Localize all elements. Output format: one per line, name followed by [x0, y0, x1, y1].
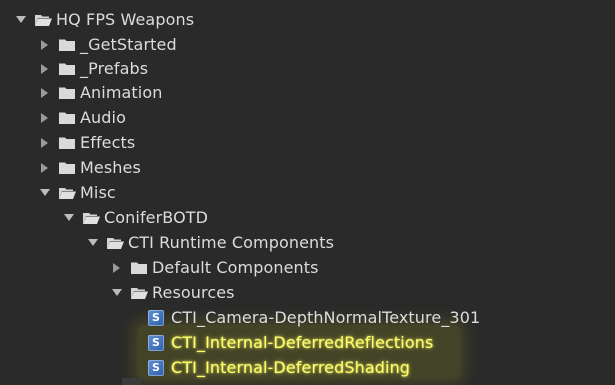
chevron-right-icon[interactable]: [38, 161, 52, 175]
tree-label: Meshes: [80, 158, 141, 177]
chevron-right-icon[interactable]: [38, 136, 52, 150]
shader-icon: S: [148, 359, 164, 376]
folder-icon: [130, 260, 148, 276]
tree-row-getstarted[interactable]: _GetStarted: [0, 32, 615, 57]
tree-label: CTI_Internal-DeferredShading: [171, 358, 411, 377]
partial-row-cutoff: [122, 378, 142, 385]
tree-row-coniferbotd[interactable]: ConiferBOTD: [0, 205, 615, 230]
tree-row-effects[interactable]: Effects: [0, 130, 615, 155]
chevron-down-icon[interactable]: [86, 236, 100, 250]
chevron-down-icon[interactable]: [14, 13, 28, 27]
folder-open-icon: [106, 235, 124, 251]
project-tree: HQ FPS Weapons _GetStarted _Prefabs Anim…: [0, 0, 615, 385]
shader-icon: S: [148, 309, 164, 326]
chevron-down-icon[interactable]: [38, 186, 52, 200]
tree-label: _GetStarted: [80, 35, 177, 54]
tree-row-resources[interactable]: Resources: [0, 280, 615, 305]
chevron-right-icon[interactable]: [38, 38, 52, 52]
folder-icon: [58, 160, 76, 176]
tree-label: HQ FPS Weapons: [56, 10, 195, 29]
tree-row-cti-internal-deferredshading[interactable]: S CTI_Internal-DeferredShading: [0, 355, 615, 380]
folder-open-icon: [34, 12, 52, 28]
folder-icon: [58, 61, 76, 77]
chevron-right-icon[interactable]: [38, 111, 52, 125]
folder-icon: [58, 85, 76, 101]
tree-label: _Prefabs: [80, 59, 149, 78]
folder-open-icon: [58, 185, 76, 201]
tree-label: ConiferBOTD: [104, 208, 209, 227]
chevron-down-icon[interactable]: [62, 211, 76, 225]
tree-label: Resources: [152, 283, 235, 302]
tree-row-cti-runtime-components[interactable]: CTI Runtime Components: [0, 230, 615, 255]
chevron-right-icon[interactable]: [38, 86, 52, 100]
folder-icon: [58, 37, 76, 53]
folder-icon: [58, 110, 76, 126]
chevron-down-icon[interactable]: [110, 286, 124, 300]
tree-label: Animation: [80, 83, 163, 102]
tree-label: CTI Runtime Components: [128, 233, 335, 252]
tree-row-meshes[interactable]: Meshes: [0, 155, 615, 180]
folder-open-icon: [130, 285, 148, 301]
tree-row-hq-fps-weapons[interactable]: HQ FPS Weapons: [0, 7, 615, 32]
tree-row-cti-camera-depthnormaltexture[interactable]: S CTI_Camera-DepthNormalTexture_301: [0, 305, 615, 330]
tree-row-misc[interactable]: Misc: [0, 180, 615, 205]
tree-row-default-components[interactable]: Default Components: [0, 255, 615, 280]
tree-row-prefabs[interactable]: _Prefabs: [0, 56, 615, 81]
chevron-right-icon[interactable]: [38, 62, 52, 76]
shader-icon: S: [148, 334, 164, 351]
tree-label: Default Components: [152, 258, 319, 277]
folder-open-icon: [82, 210, 100, 226]
tree-row-animation[interactable]: Animation: [0, 80, 615, 105]
tree-label: Misc: [80, 183, 116, 202]
tree-label: CTI_Camera-DepthNormalTexture_301: [171, 308, 481, 327]
tree-label: Audio: [80, 108, 126, 127]
tree-label: Effects: [80, 133, 136, 152]
folder-icon: [58, 135, 76, 151]
chevron-right-icon[interactable]: [110, 261, 124, 275]
tree-row-audio[interactable]: Audio: [0, 105, 615, 130]
tree-row-cti-internal-deferredreflections[interactable]: S CTI_Internal-DeferredReflections: [0, 330, 615, 355]
tree-label: CTI_Internal-DeferredReflections: [171, 333, 434, 352]
